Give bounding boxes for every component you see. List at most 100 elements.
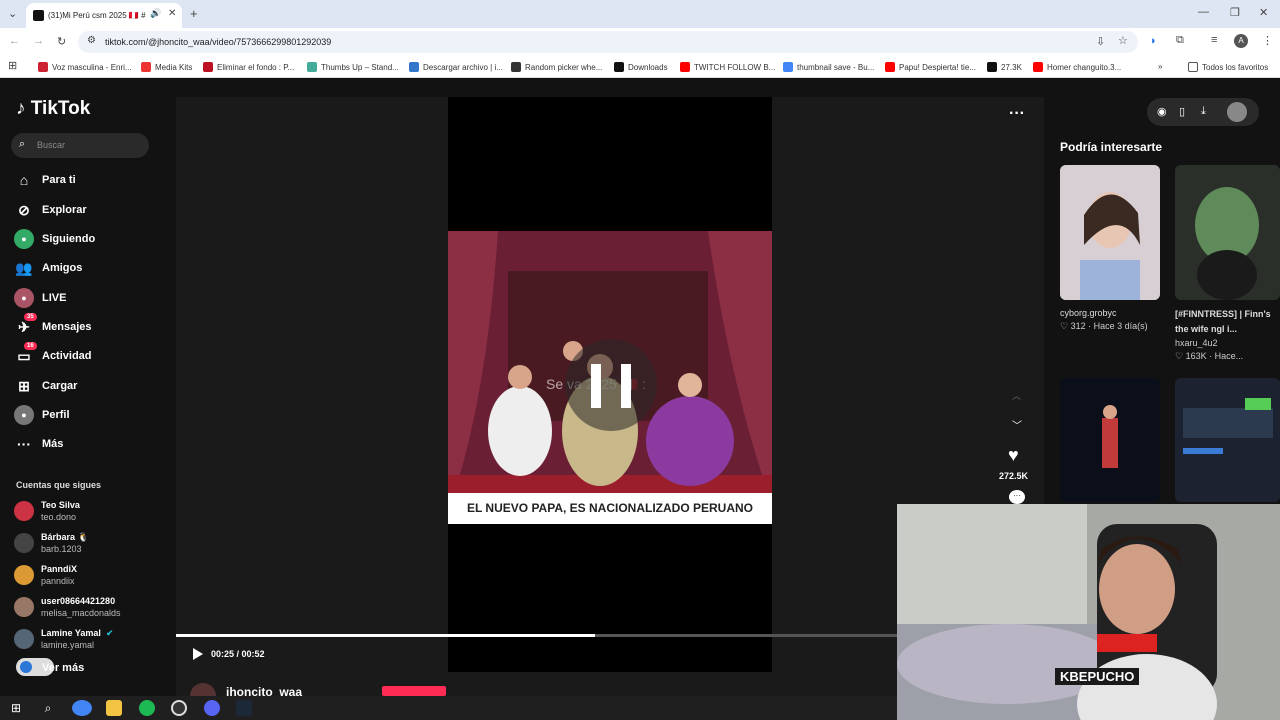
restore-icon[interactable]: ❐: [1230, 6, 1240, 19]
pause-button[interactable]: [565, 339, 657, 431]
forward-icon[interactable]: →: [33, 35, 44, 47]
site-info-icon[interactable]: ⚙: [87, 35, 96, 46]
bookmark-item[interactable]: Papu! Despierta! tie...: [885, 62, 976, 72]
recommended-video-author[interactable]: hxaru_4u2: [1175, 338, 1218, 348]
avatar: [14, 533, 34, 553]
recommended-video-thumbnail[interactable]: [1060, 165, 1160, 300]
nav-explore[interactable]: ⊘ Explorar: [14, 200, 154, 220]
nav-for-you[interactable]: ⌂ Para ti: [14, 170, 154, 190]
next-video-icon[interactable]: ﹀: [1012, 417, 1022, 432]
tab-close-icon[interactable]: ✕: [168, 8, 176, 19]
bookmark-item[interactable]: Voz masculina - Enri...: [38, 62, 132, 72]
bookmark-item[interactable]: Thumbs Up – Stand...: [307, 62, 399, 72]
following-account[interactable]: user08664421280 melisa_macdonalds: [14, 595, 164, 621]
creator-username[interactable]: jhoncito_waa: [226, 685, 302, 696]
steam-icon[interactable]: [236, 700, 252, 716]
previous-video-icon[interactable]: ︿: [1012, 389, 1021, 402]
webcam-overlay: KBEPUCHO: [897, 504, 1280, 720]
play-icon[interactable]: [192, 647, 204, 661]
reload-icon[interactable]: ↻: [57, 35, 66, 48]
following-avatar: ●: [14, 229, 34, 249]
bookmarks-bar: ⊞ Voz masculina - Enri... Media Kits Eli…: [0, 56, 1280, 78]
bookmark-item[interactable]: thumbnail save - Bu...: [783, 62, 874, 72]
nav-following[interactable]: ● Siguiendo: [14, 229, 154, 249]
file-explorer-icon[interactable]: [106, 700, 122, 716]
search-icon: ⌕: [19, 138, 26, 150]
taskbar-search-icon[interactable]: ⌕: [40, 700, 56, 716]
search-placeholder: Buscar: [37, 140, 66, 150]
bookmark-item[interactable]: Descargar archivo | i...: [409, 62, 503, 72]
bookmark-item[interactable]: TWITCH FOLLOW B...: [680, 62, 775, 72]
recommended-video-thumbnail[interactable]: [1175, 378, 1280, 502]
live-avatar: ●: [14, 288, 34, 308]
bookmark-item[interactable]: Downloads: [614, 62, 668, 72]
extensions-puzzle-icon[interactable]: ⧉: [1176, 34, 1184, 47]
profile-avatar[interactable]: A: [1234, 34, 1248, 48]
nav-messages[interactable]: ✈ 35 Mensajes: [14, 313, 154, 337]
url-text[interactable]: tiktok.com/@jhoncito_waa/video/757366629…: [105, 37, 331, 47]
following-account[interactable]: Bárbara 🐧 barb.1203: [14, 531, 164, 557]
bookmark-star-icon[interactable]: ☆: [1118, 34, 1128, 47]
extension-icon[interactable]: ◗: [1150, 35, 1157, 47]
bookmark-item[interactable]: Homer changuito.3...: [1033, 62, 1121, 72]
follow-button[interactable]: [382, 686, 446, 696]
progress-bar[interactable]: [176, 634, 898, 637]
download-icon[interactable]: ⤓: [1201, 105, 1206, 118]
nav-upload[interactable]: ⊞ Cargar: [14, 376, 154, 396]
following-account[interactable]: Teo Silva teo.dono: [14, 499, 164, 525]
tab-search-icon[interactable]: ⌄: [8, 7, 17, 20]
coins-icon[interactable]: ◉: [1157, 105, 1167, 118]
chrome-taskbar-icon[interactable]: [72, 700, 92, 716]
like-count: 272.5K: [999, 471, 1029, 481]
address-bar[interactable]: ⚙ tiktok.com/@jhoncito_waa/video/7573666…: [78, 31, 1138, 53]
friends-icon: 👥: [15, 260, 33, 276]
browser-tab[interactable]: (31)Mi Perú csm 2025 🇵🇪 # 🔊 ✕: [26, 3, 182, 28]
activity-badge: 16: [24, 342, 37, 350]
windows-start-icon[interactable]: ⊞: [8, 700, 24, 716]
device-icon[interactable]: ▯: [1179, 105, 1185, 118]
comment-icon[interactable]: ···: [1009, 490, 1025, 504]
bookmark-item[interactable]: Media Kits: [141, 62, 192, 72]
discord-icon[interactable]: [204, 700, 220, 716]
nav-more[interactable]: ··· Más: [14, 434, 154, 454]
video-canvas[interactable]: Se va 2025 🇵🇪 : EL NUEVO PAPA, ES NACION…: [448, 97, 772, 672]
recommended-video-title[interactable]: [#FINNTRESS] | Finn's the wife ngl i...: [1175, 307, 1280, 337]
like-heart-icon[interactable]: ♥: [1008, 445, 1019, 466]
nav-live[interactable]: ● LIVE: [14, 288, 154, 308]
media-control-icon[interactable]: ≡: [1211, 34, 1217, 46]
tab-title: (31)Mi Perú csm 2025 🇵🇪 #: [48, 11, 146, 20]
minimize-icon[interactable]: —: [1198, 6, 1209, 18]
new-tab-icon[interactable]: +: [190, 6, 198, 21]
bookmark-item[interactable]: Eliminar el fondo : P...: [203, 62, 294, 72]
recommended-video-thumbnail[interactable]: [1175, 165, 1280, 300]
bookmarks-overflow-icon[interactable]: »: [1158, 62, 1162, 71]
pause-icon: [591, 364, 601, 408]
obs-icon[interactable]: [171, 700, 187, 716]
toggle-knob: [20, 661, 32, 673]
bookmark-item[interactable]: Random picker whe...: [511, 62, 602, 72]
back-icon[interactable]: ←: [9, 35, 20, 47]
chrome-menu-icon[interactable]: ⋮: [1262, 34, 1273, 47]
recommended-video-title[interactable]: cyborg.grobyc: [1060, 308, 1160, 318]
nav-activity[interactable]: ▭ 16 Actividad: [14, 342, 154, 366]
creator-avatar[interactable]: [190, 683, 216, 696]
recommendations-title: Podría interesarte: [1060, 140, 1163, 154]
spotify-icon[interactable]: [139, 700, 155, 716]
more-options-icon[interactable]: ···: [1009, 105, 1025, 123]
apps-grid-icon[interactable]: ⊞: [8, 59, 17, 72]
tab-audio-icon[interactable]: 🔊: [150, 8, 161, 19]
user-avatar[interactable]: [1227, 102, 1247, 122]
tiktok-logo[interactable]: ♪ TikTok: [16, 98, 90, 120]
recommended-video-thumbnail[interactable]: [1060, 378, 1160, 502]
all-bookmarks-folder[interactable]: Todos los favoritos: [1188, 62, 1268, 72]
nav-friends[interactable]: 👥 Amigos: [14, 258, 154, 278]
bookmark-item[interactable]: 27.3K: [987, 62, 1022, 72]
install-icon[interactable]: ⇩: [1096, 35, 1105, 48]
search-input[interactable]: ⌕ Buscar: [11, 133, 149, 158]
pause-icon-bar: [621, 364, 631, 408]
following-account[interactable]: PanndiX panndiix: [14, 563, 164, 589]
nav-profile[interactable]: ● Perfil: [14, 405, 154, 425]
see-more-link[interactable]: Ver más: [14, 658, 164, 678]
window-close-icon[interactable]: ✕: [1259, 6, 1268, 19]
following-account[interactable]: Lamine Yamal ✔ lamine.yamal: [14, 627, 164, 653]
